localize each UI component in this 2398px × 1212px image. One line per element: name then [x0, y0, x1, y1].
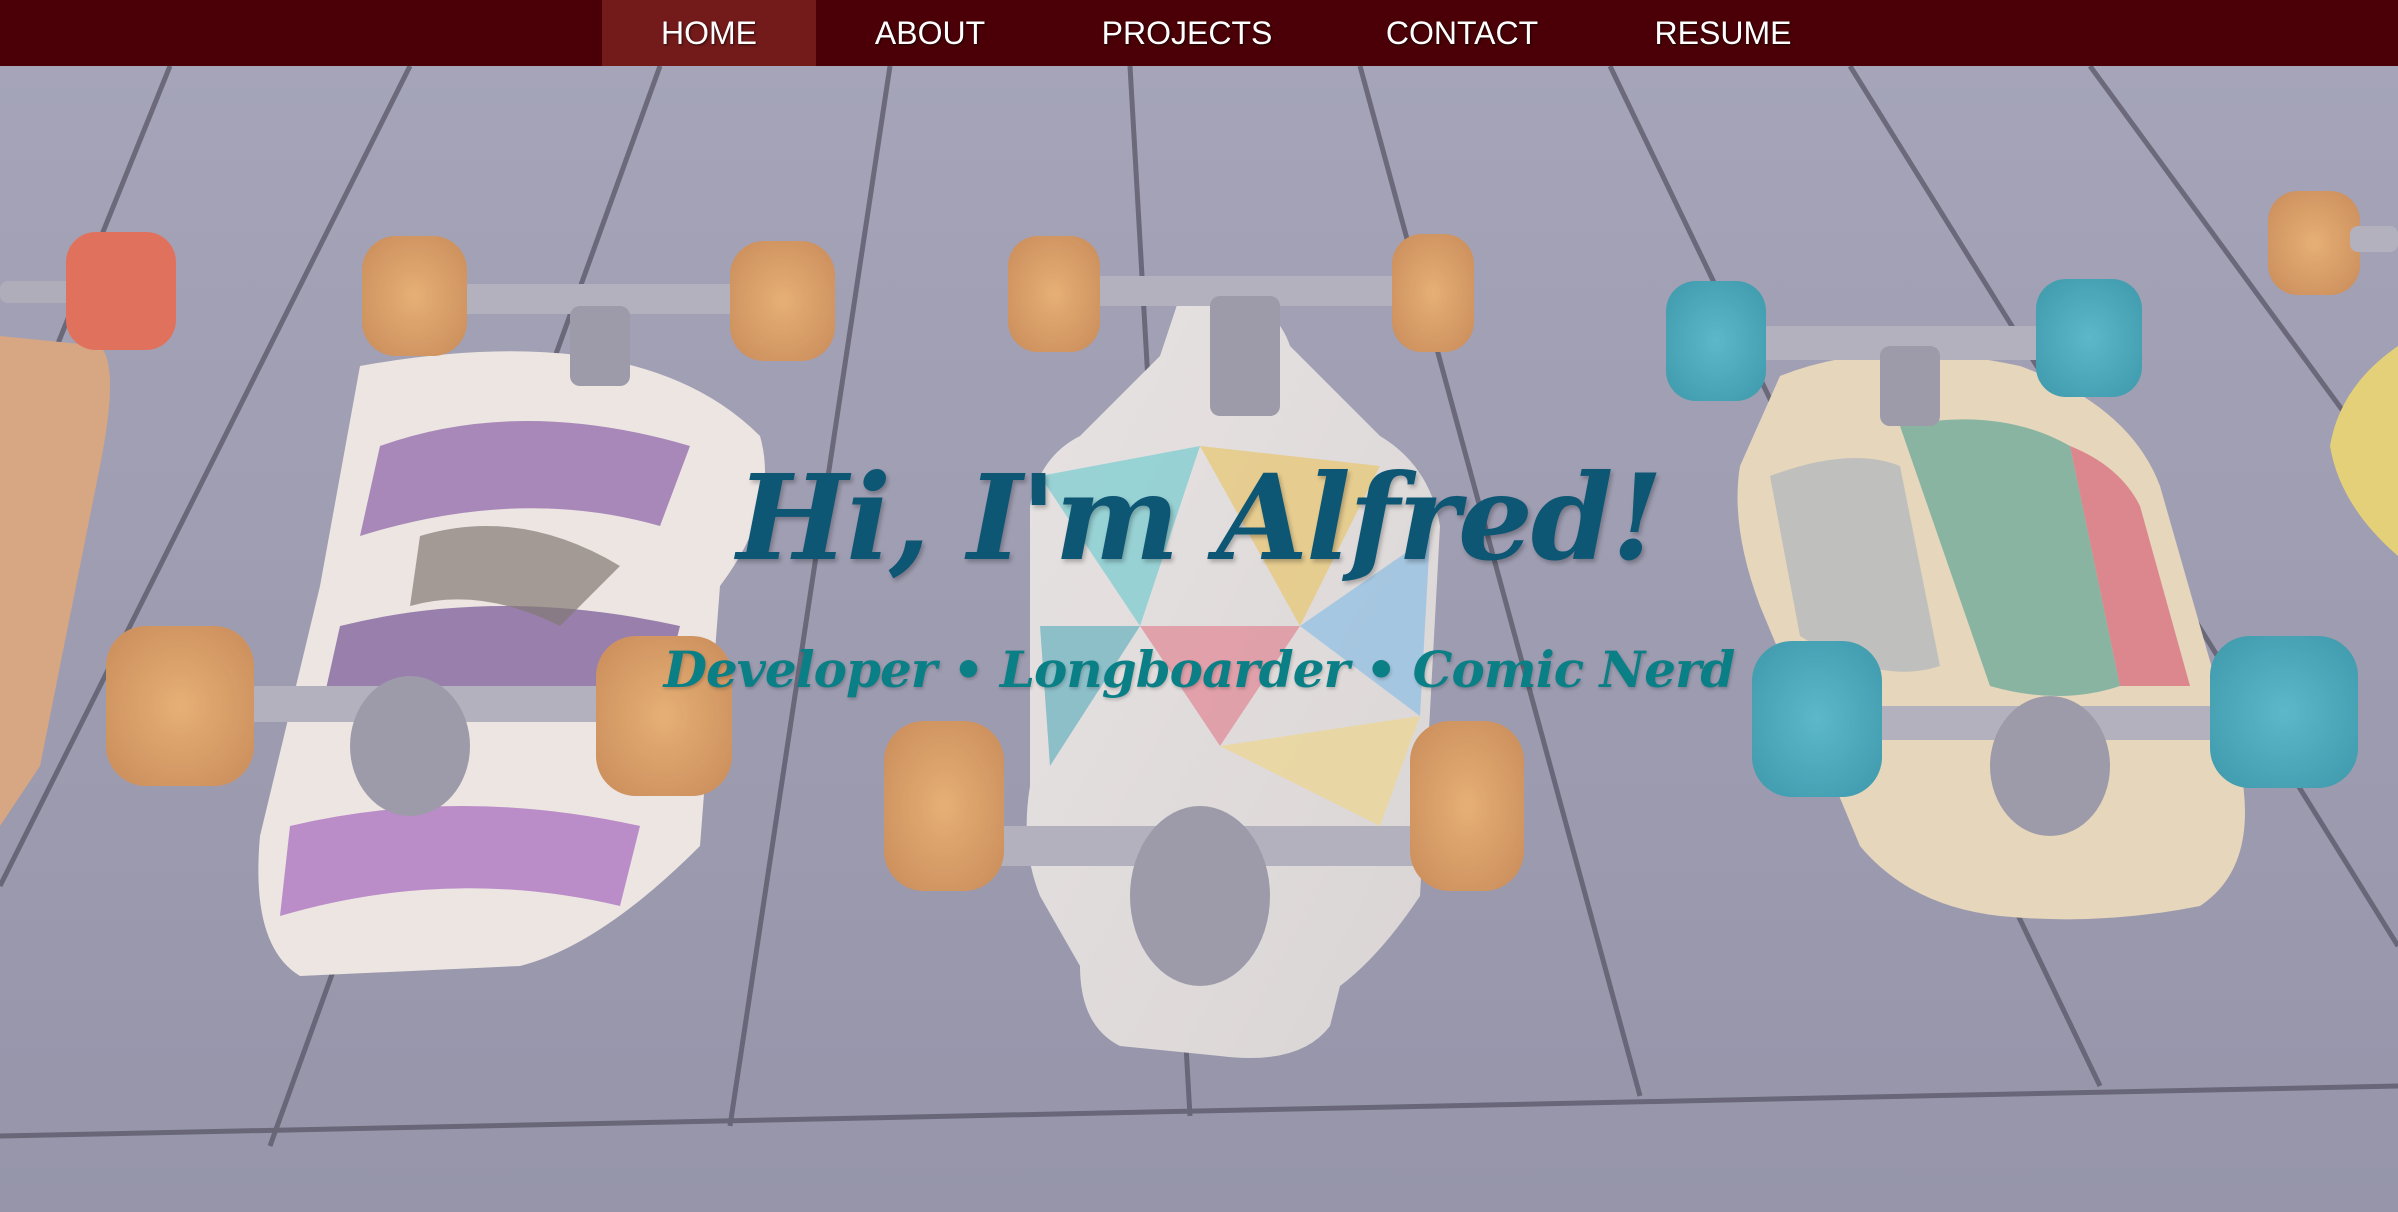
nav-item-contact[interactable]: CONTACT [1330, 0, 1594, 66]
nav-item-resume[interactable]: RESUME [1594, 0, 1852, 66]
nav-item-projects[interactable]: PROJECTS [1044, 0, 1330, 66]
nav-item-home[interactable]: HOME [602, 0, 816, 66]
top-navbar: HOME ABOUT PROJECTS CONTACT RESUME [0, 0, 2398, 66]
hero-title: Hi, I'm Alfred! [736, 448, 1663, 587]
nav-item-about[interactable]: ABOUT [816, 0, 1044, 66]
page: HOME ABOUT PROJECTS CONTACT RESUME Hi, I… [0, 0, 2398, 1212]
hero-tagline: Developer • Longboarder • Comic Nerd [663, 640, 1736, 699]
nav-list: HOME ABOUT PROJECTS CONTACT RESUME [602, 0, 1852, 66]
hero-overlay [0, 66, 2398, 1212]
